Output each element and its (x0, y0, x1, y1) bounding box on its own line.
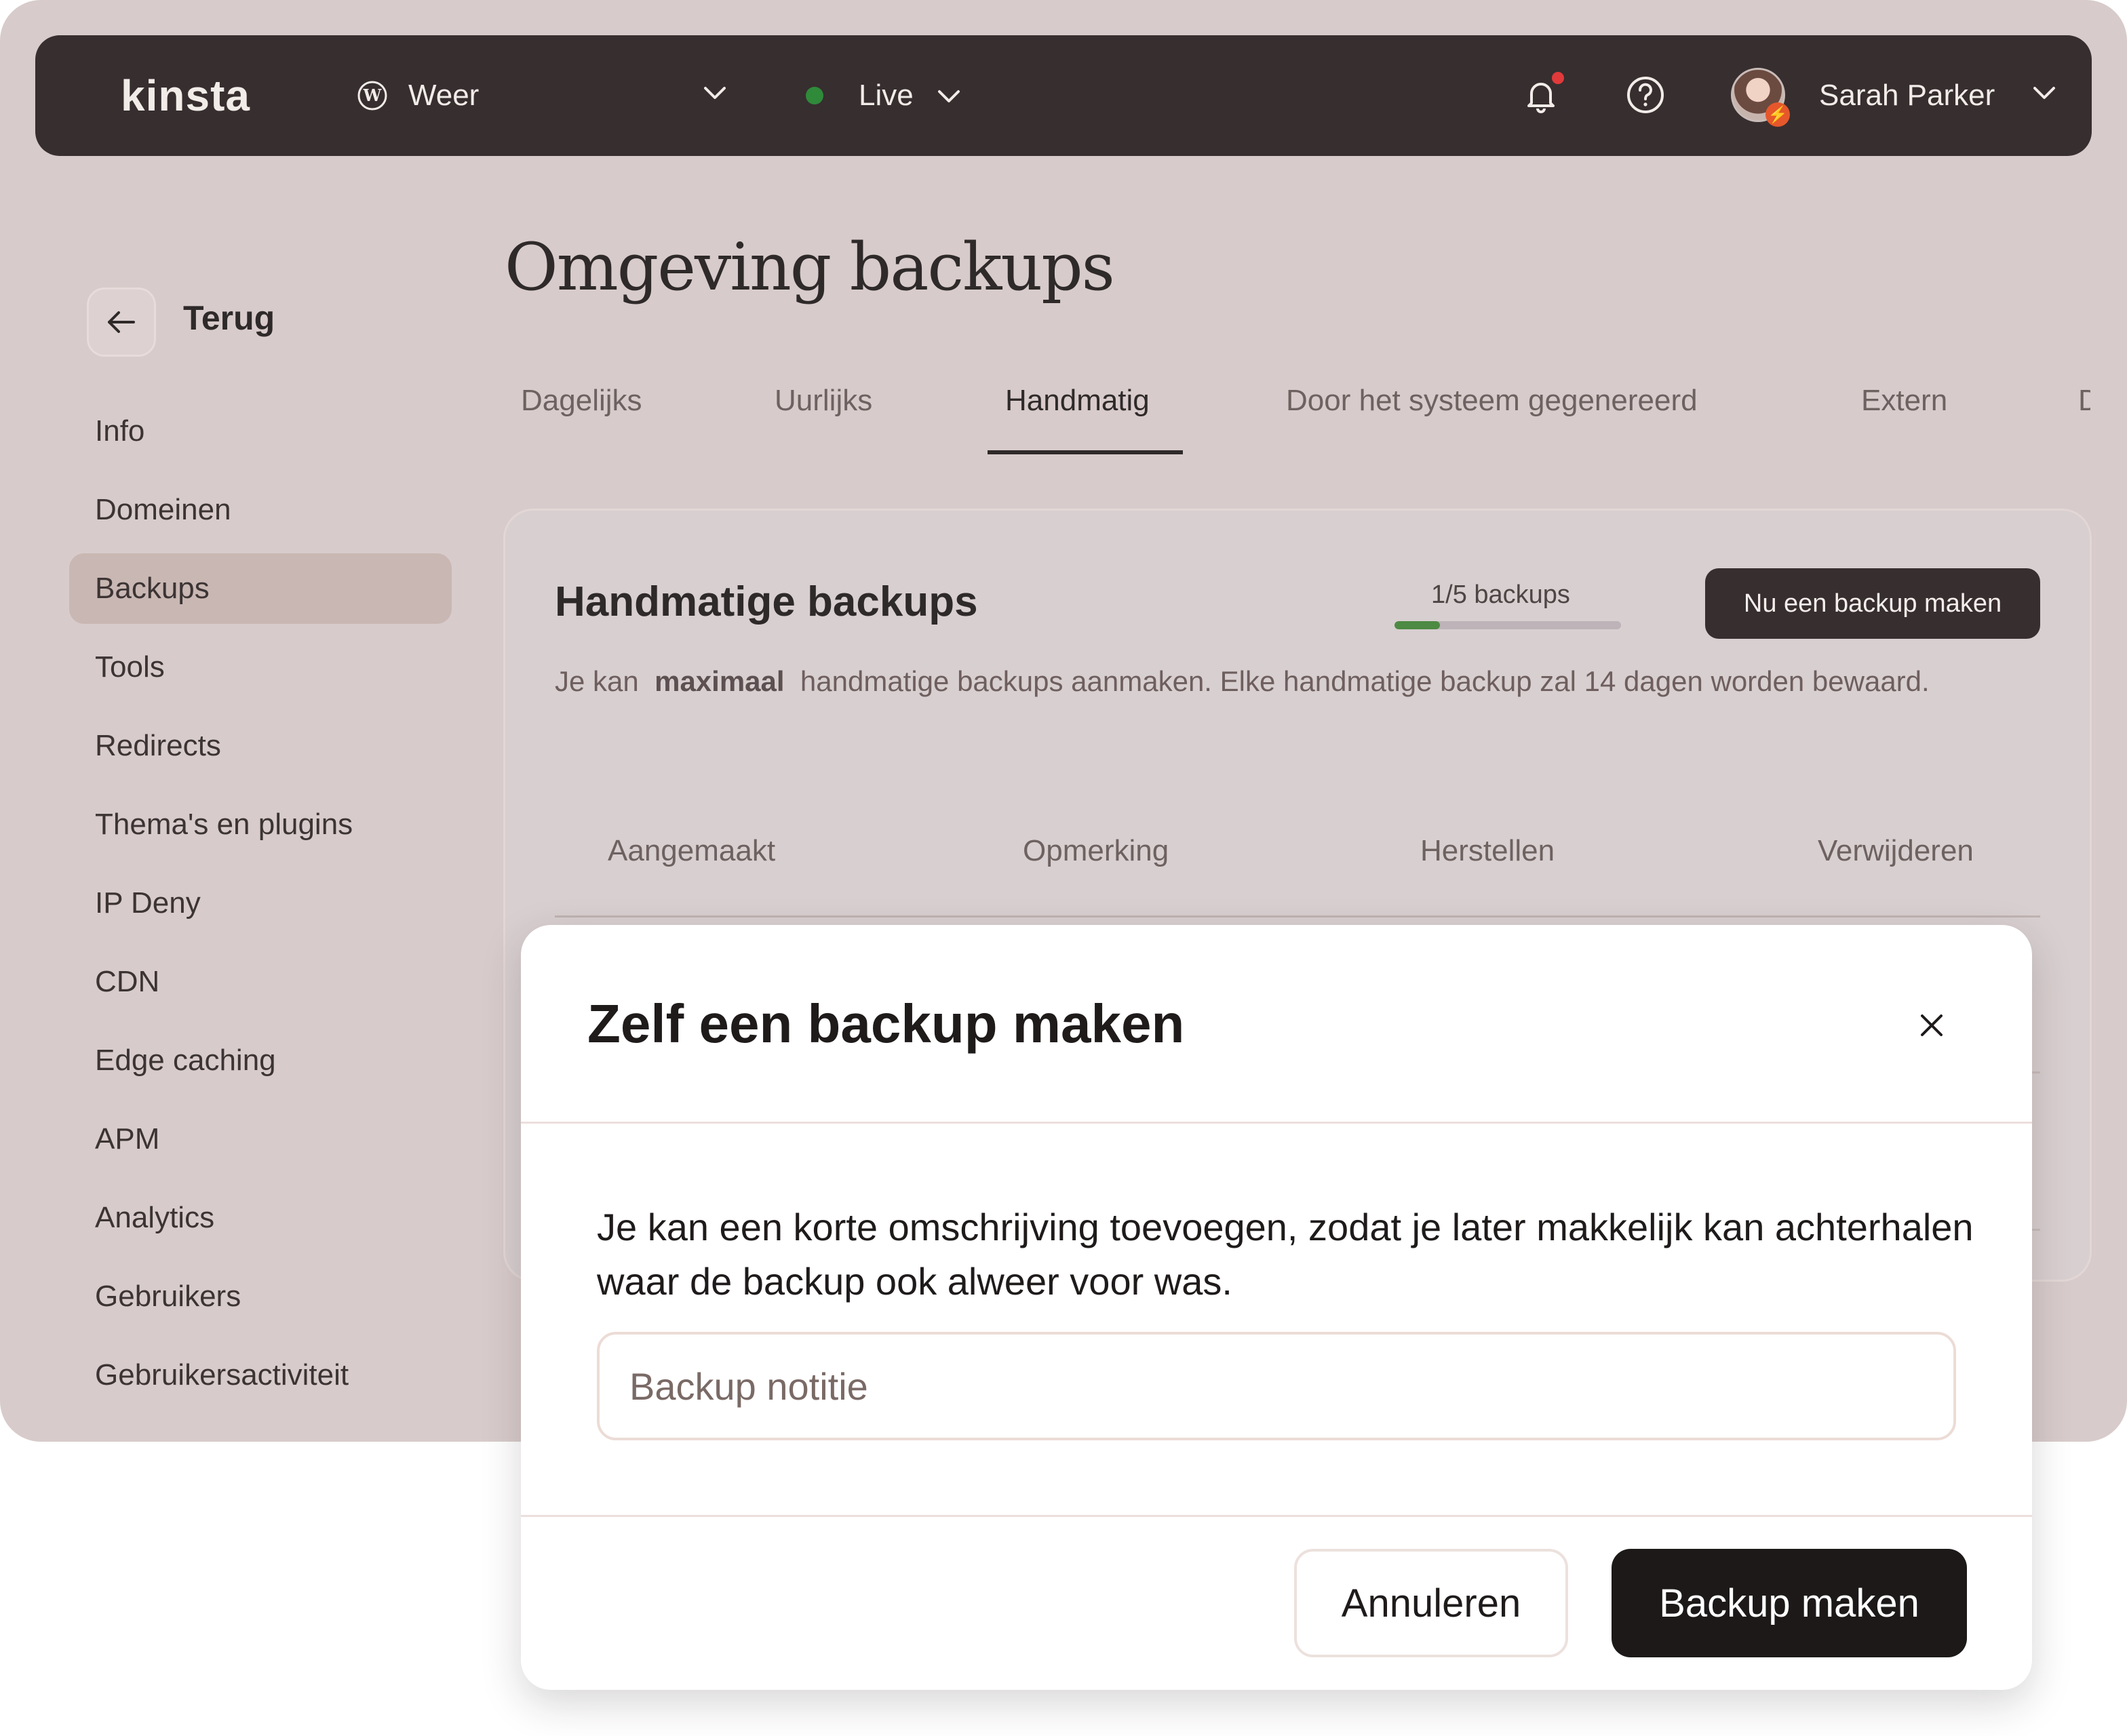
page-title: Omgeving backups (505, 229, 1115, 305)
environment-selector[interactable]: Live (806, 35, 964, 156)
notification-badge (1552, 72, 1564, 84)
tab-handmatig[interactable]: Handmatig (1005, 384, 1150, 418)
sidebar-item-tools[interactable]: Tools (69, 632, 452, 703)
wordpress-icon: W (357, 81, 387, 111)
chevron-down-icon[interactable] (2029, 77, 2059, 107)
create-backup-now-button[interactable]: Nu een backup maken (1705, 568, 2040, 639)
modal-footer-divider (521, 1515, 2032, 1517)
svg-text:W: W (363, 85, 383, 105)
tab-more[interactable]: D (2078, 384, 2090, 418)
tab-uurlijks[interactable]: Uurlijks (775, 384, 872, 418)
backup-quota-bar (1394, 621, 1621, 629)
backup-quota-label: 1/5 backups (1431, 580, 1570, 609)
sidebar-item-edge-caching[interactable]: Edge caching (69, 1025, 452, 1096)
card-title: Handmatige backups (555, 578, 978, 625)
description-prefix: Je kan (555, 665, 639, 697)
chevron-down-icon[interactable] (700, 77, 730, 107)
modal-header-divider (521, 1122, 2032, 1124)
column-header-verwijderen[interactable]: Verwijderen (1818, 834, 1974, 868)
column-header-opmerking[interactable]: Opmerking (1023, 834, 1169, 868)
close-icon (1921, 1014, 1943, 1036)
description-suffix: handmatige backups aanmaken. Elke handma… (800, 665, 1930, 697)
sidebar-item-apm[interactable]: APM (69, 1104, 452, 1175)
notifications-button[interactable] (1521, 72, 1564, 119)
modal-title: Zelf een backup maken (587, 993, 1185, 1054)
column-header-aangemaakt[interactable]: Aangemaakt (608, 834, 775, 868)
chevron-down-icon (937, 90, 960, 102)
tab-extern[interactable]: Extern (1861, 384, 1947, 418)
bolt-icon: ⚡ (1765, 102, 1790, 127)
close-button[interactable] (1910, 1004, 1953, 1047)
top-bar: kinsta W Weer Live ⚡ Sarah Parker (35, 35, 2092, 156)
sidebar-item-redirects[interactable]: Redirects (69, 711, 452, 781)
user-name[interactable]: Sarah Parker (1819, 35, 1995, 156)
backup-note-input[interactable] (597, 1332, 1956, 1440)
help-icon[interactable] (1624, 73, 1667, 117)
table-header-divider (555, 915, 2040, 918)
sidebar-item-backups[interactable]: Backups (69, 553, 452, 624)
card-description: Je kan maximaal handmatige backups aanma… (555, 663, 2061, 700)
tab-bar: Dagelijks Uurlijks Handmatig Door het sy… (503, 384, 2090, 458)
live-status-dot (806, 87, 823, 104)
arrow-left-icon (108, 311, 135, 333)
sidebar-item-cdn[interactable]: CDN (69, 947, 452, 1017)
sidebar-item-themas-en-plugins[interactable]: Thema's en plugins (69, 789, 452, 860)
sidebar-item-domeinen[interactable]: Domeinen (69, 475, 452, 545)
back-button[interactable] (87, 288, 156, 357)
active-tab-indicator (988, 450, 1183, 454)
cancel-button[interactable]: Annuleren (1294, 1549, 1568, 1657)
kinsta-logo[interactable]: kinsta (121, 35, 250, 156)
tab-dagelijks[interactable]: Dagelijks (521, 384, 642, 418)
sidebar-item-info[interactable]: Info (69, 396, 452, 467)
sidebar-item-gebruikers[interactable]: Gebruikers (69, 1261, 452, 1332)
avatar[interactable]: ⚡ (1731, 68, 1790, 127)
sidebar-item-gebruikersactiviteit[interactable]: Gebruikersactiviteit (69, 1340, 452, 1410)
column-header-herstellen[interactable]: Herstellen (1420, 834, 1555, 868)
back-label[interactable]: Terug (183, 298, 275, 338)
description-bold: maximaal (655, 665, 785, 697)
tab-door-het-systeem-gegenereerd[interactable]: Door het systeem gegenereerd (1286, 384, 1698, 418)
backup-quota-fill (1394, 621, 1440, 629)
sidebar-nav: Info Domeinen Backups Tools Redirects Th… (69, 396, 452, 1419)
sidebar-item-ip-deny[interactable]: IP Deny (69, 868, 452, 939)
sidebar-item-analytics[interactable]: Analytics (69, 1183, 452, 1253)
modal-description: Je kan een korte omschrijving toevoegen,… (597, 1206, 1974, 1303)
site-selector[interactable]: W Weer (357, 35, 479, 156)
create-backup-button[interactable]: Backup maken (1612, 1549, 1967, 1657)
site-name: Weer (408, 79, 480, 112)
environment-name: Live (859, 79, 914, 112)
